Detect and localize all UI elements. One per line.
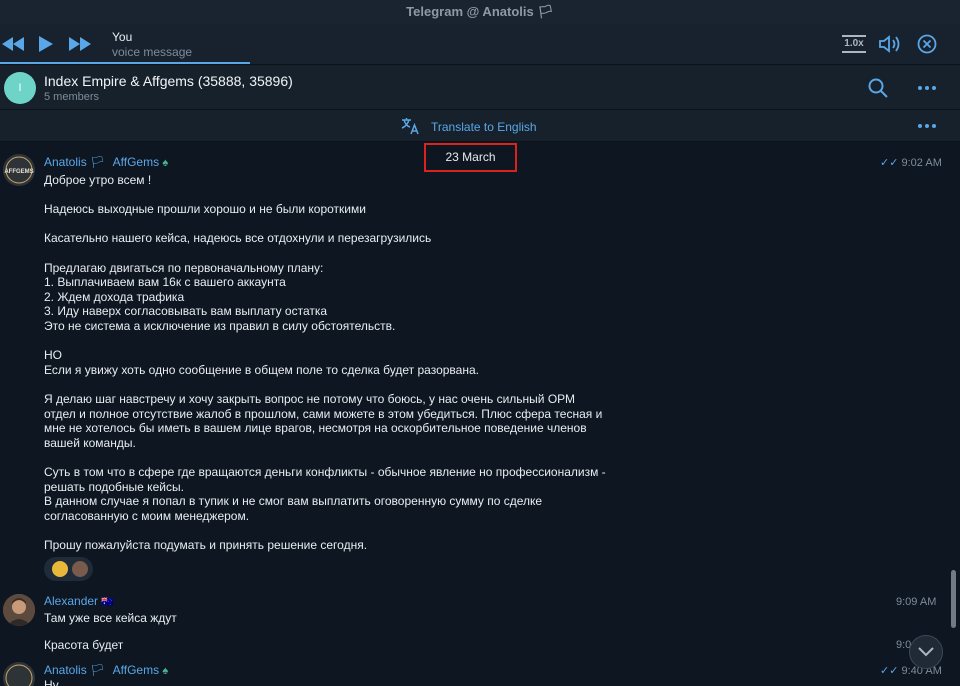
sender-name[interactable]: Anatolis 🏳 xyxy=(44,155,105,169)
chat-title[interactable]: Index Empire & Affgems (35888, 35896) xyxy=(44,73,293,89)
message-line[interactable]: Я делаю шаг навстречу и хочу закрыть воп… xyxy=(44,392,575,406)
translate-bar: Translate to English xyxy=(0,110,960,142)
message-sender[interactable]: Alexander 🇦🇺 xyxy=(44,594,114,608)
volume-icon[interactable] xyxy=(876,24,904,64)
message-line[interactable]: Предлагаю двигаться по первоначальному п… xyxy=(44,261,323,275)
avatar[interactable] xyxy=(3,662,35,686)
chat-member-count: 5 members xyxy=(44,91,100,103)
message-line[interactable]: мне не хотелось бы иметь в вашем лице вр… xyxy=(44,421,587,435)
play-icon[interactable] xyxy=(36,24,56,64)
svg-text:AFFGEMS: AFFGEMS xyxy=(4,169,33,175)
leaf-icon: ♠ xyxy=(162,665,169,677)
message-line[interactable]: Суть в том что в сфере где вращаются ден… xyxy=(44,465,606,479)
message-line[interactable]: Это не система а исключение из правил в … xyxy=(44,319,395,333)
message-line[interactable]: согласованную с моим менеджером. xyxy=(44,509,249,523)
more-icon[interactable] xyxy=(914,118,940,134)
message-line[interactable]: В данном случае я попал в тупик и не смо… xyxy=(44,494,542,508)
voice-author[interactable]: You xyxy=(112,30,132,44)
message-line[interactable]: отдел и полное отсутствие жалоб в прошло… xyxy=(44,407,602,421)
sender-tag: AffGems xyxy=(112,663,160,677)
search-icon[interactable] xyxy=(866,76,890,100)
double-check-icon: ✓✓ xyxy=(880,665,899,677)
voice-kind: voice message xyxy=(112,45,193,59)
message-line[interactable]: решать подобные кейсы. xyxy=(44,480,184,494)
message-line[interactable]: 3. Иду наверх согласовывать вам выплату … xyxy=(44,304,327,318)
message-time-text: 9:02 AM xyxy=(901,157,942,169)
rewind-icon[interactable] xyxy=(0,24,26,64)
message-sender[interactable]: Anatolis 🏳 AffGems ♠ xyxy=(44,155,168,169)
message-feed[interactable]: 23 March AFFGEMS Anatolis 🏳 AffGems ♠ ✓✓… xyxy=(0,142,960,686)
message-line[interactable]: 2. Ждем дохода трафика xyxy=(44,290,184,304)
feed-scrollbar[interactable] xyxy=(951,570,956,628)
chevron-down-icon xyxy=(918,647,934,657)
translate-icon[interactable] xyxy=(400,117,420,135)
window-title: Telegram @ Anatolis 🏳 xyxy=(406,4,554,19)
window-titlebar: Telegram @ Anatolis 🏳 xyxy=(0,0,960,24)
sender-tag: AffGems xyxy=(112,155,160,169)
sender-name[interactable]: Alexander xyxy=(44,594,98,608)
close-icon[interactable] xyxy=(915,24,939,64)
message-text[interactable]: Там уже все кейса ждут xyxy=(44,611,177,625)
fast-forward-icon[interactable] xyxy=(68,24,92,64)
more-icon[interactable] xyxy=(914,76,940,100)
message-line[interactable]: Доброе утро всем ! xyxy=(44,173,151,187)
voice-player-bar: You voice message 1.0x xyxy=(0,24,960,64)
double-check-icon: ✓✓ xyxy=(880,157,899,169)
scroll-down-button[interactable] xyxy=(909,635,943,669)
message-sender[interactable]: Anatolis 🏳 AffGems ♠ xyxy=(44,663,168,677)
message-line[interactable]: Если я увижу хоть одно сообщение в общем… xyxy=(44,363,479,377)
sender-name[interactable]: Anatolis 🏳 xyxy=(44,663,105,677)
leaf-icon: ♠ xyxy=(162,157,169,169)
avatar[interactable]: AFFGEMS xyxy=(3,154,35,186)
message-line[interactable]: НО xyxy=(44,348,62,362)
message-line[interactable]: Надеюсь выходные прошли хорошо и не были… xyxy=(44,202,366,216)
playback-speed-button[interactable]: 1.0x xyxy=(842,35,866,53)
message-text[interactable]: Красота будет xyxy=(44,638,123,652)
date-separator: 23 March xyxy=(424,143,517,172)
message-line[interactable]: Касательно нашего кейса, надеюсь все отд… xyxy=(44,231,431,245)
reactor-avatar xyxy=(72,561,88,577)
chat-header: I Index Empire & Affgems (35888, 35896) … xyxy=(0,64,960,110)
grimace-emoji-icon xyxy=(52,561,68,577)
avatar[interactable] xyxy=(3,594,35,626)
chat-avatar[interactable]: I xyxy=(4,72,36,104)
message-time: 9:09 AM xyxy=(896,596,937,608)
message-line[interactable]: вашей команды. xyxy=(44,436,136,450)
flag-icon: 🇦🇺 xyxy=(101,597,114,608)
translate-button[interactable]: Translate to English xyxy=(431,120,537,134)
message-reactions[interactable] xyxy=(44,557,93,581)
message-text[interactable]: Ну xyxy=(44,678,59,686)
message-line[interactable]: 1. Выплачиваем вам 16к с вашего аккаунта xyxy=(44,275,286,289)
message-line[interactable]: Прошу пожалуйста подумать и принять реше… xyxy=(44,538,367,552)
message-time: ✓✓ 9:02 AM xyxy=(880,156,942,169)
